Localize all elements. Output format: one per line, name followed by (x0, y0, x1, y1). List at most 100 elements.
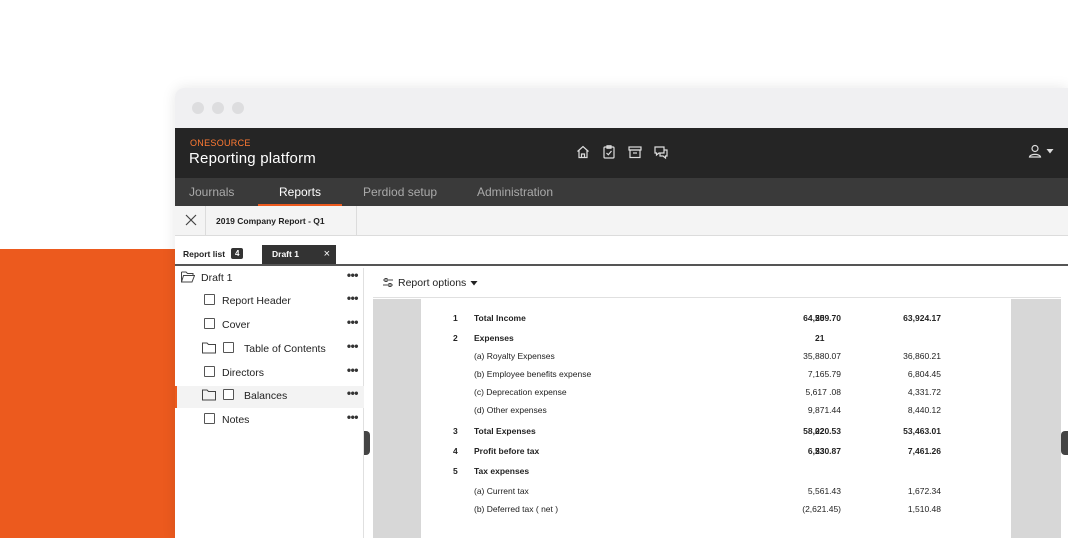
checkbox[interactable] (204, 413, 215, 424)
row-previous-value: 7,461.26 (907, 446, 941, 456)
row-previous-value: 6,804.45 (907, 369, 941, 379)
app-header: ONESOURCE Reporting platform (175, 128, 1068, 178)
checkbox[interactable] (223, 342, 234, 353)
row-description: Total Expenses (474, 426, 536, 436)
row-previous-value: 4,331.72 (907, 387, 941, 397)
sidebar-collapse-handle[interactable] (364, 431, 370, 455)
window-dot-close[interactable] (192, 102, 204, 114)
sidebar-item-balances[interactable]: Balances ••• (175, 386, 364, 408)
sidebar-item-label: Cover (222, 319, 251, 331)
more-icon[interactable]: ••• (347, 410, 359, 424)
main-nav: Journals Reports Perdiod setup Administr… (175, 178, 1068, 206)
checkbox[interactable] (223, 389, 234, 400)
row-current-value: 35,880.07 (803, 351, 841, 361)
sidebar-item-root[interactable]: Draft 1 ••• (175, 268, 364, 290)
more-icon[interactable]: ••• (347, 363, 359, 377)
row-previous-value: 63,924.17 (903, 313, 941, 323)
row-previous-value: 1,510.48 (907, 504, 941, 514)
archive-icon[interactable] (627, 144, 643, 160)
sidebar-item-cover[interactable]: Cover ••• (175, 315, 364, 337)
panel-expand-handle[interactable] (1061, 431, 1068, 455)
checkbox[interactable] (204, 318, 215, 329)
sidebar-item-label: Balances (244, 390, 288, 402)
row-description: Expenses (474, 333, 514, 343)
row-current-value: 9,871.44 (807, 405, 841, 415)
nav-administration[interactable]: Administration (477, 178, 553, 206)
row-description: (d) Other expenses (474, 405, 547, 415)
report-page: 1 Total Income 20 64,559.70 63,924.17 2 Expens… (421, 299, 1011, 538)
sidebar-item-label: Report Header (222, 295, 291, 307)
row-description: (b) Employee benefits expense (474, 369, 592, 379)
sidebar-item-label: Notes (222, 414, 250, 426)
sliders-icon (383, 278, 393, 287)
more-icon[interactable]: ••• (347, 291, 359, 305)
row-description: Tax expenses (474, 466, 530, 476)
row-current-value: 6,530.87 (807, 446, 841, 456)
document-tab-active[interactable]: 2019 Company Report - Q1 (205, 206, 357, 236)
folder-icon (202, 389, 216, 401)
table-row: 3 Total Expenses 22 58,020.53 53,463.01 (421, 426, 1011, 444)
row-description: Profit before tax (474, 446, 540, 456)
row-previous-value: 8,440.12 (907, 405, 941, 415)
report-options-bar: Report options (373, 268, 1061, 298)
table-row: 5 Tax expenses (421, 466, 1011, 484)
chat-icon[interactable] (653, 144, 669, 160)
more-icon[interactable]: ••• (347, 268, 359, 282)
sidebar-item-directors[interactable]: Directors ••• (175, 363, 364, 385)
row-description: (b) Deferred tax ( net ) (474, 504, 559, 514)
user-icon (1028, 144, 1042, 158)
more-icon[interactable]: ••• (347, 339, 359, 353)
draft-tab-close-icon[interactable]: × (324, 245, 330, 264)
brand-small-text: ONESOURCE (190, 138, 251, 148)
more-icon[interactable]: ••• (347, 386, 359, 400)
row-previous-value: 1,672.34 (907, 486, 941, 496)
window-titlebar (175, 88, 1068, 128)
window-dot-minimize[interactable] (212, 102, 224, 114)
sidebar-item-table-of-contents[interactable]: Table of Contents ••• (175, 339, 364, 361)
sidebar-item-notes[interactable]: Notes ••• (175, 410, 364, 432)
window-dot-maximize[interactable] (232, 102, 244, 114)
table-row: (b) Employee benefits expense 7,165.79 6,8… (421, 369, 1011, 387)
row-note: 21 (815, 333, 825, 343)
nav-reports[interactable]: Reports (258, 178, 342, 206)
draft-tab[interactable]: Draft 1 × (262, 245, 336, 264)
table-row: (a) Current tax 5,561.43 1,672.34 (421, 486, 1011, 504)
row-number: 5 (453, 466, 458, 476)
row-number: 4 (453, 446, 458, 456)
sidebar-item-label: Table of Contents (244, 343, 326, 355)
row-previous-value: 36,860.21 (903, 351, 941, 361)
nav-journals[interactable]: Journals (189, 178, 234, 206)
top-icon-group (575, 144, 669, 160)
view-tab-bar: Report list 4 Draft 1 × (175, 236, 1068, 266)
report-options-label: Report options (398, 277, 467, 289)
row-number: 2 (453, 333, 458, 343)
row-number: 3 (453, 426, 458, 436)
more-icon[interactable]: ••• (347, 315, 359, 329)
table-row: 4 Profit before tax 23 6,530.87 7,461.26 (421, 446, 1011, 464)
report-canvas: 1 Total Income 20 64,559.70 63,924.17 2 Expens… (373, 299, 1061, 538)
nav-period-setup[interactable]: Perdiod setup (363, 178, 437, 206)
checkbox[interactable] (204, 366, 215, 377)
sidebar-item-report-header[interactable]: Report Header ••• (175, 291, 364, 313)
report-list-label: Report list (183, 248, 226, 259)
report-list-tab[interactable]: Report list 4 (183, 248, 244, 259)
table-row: 1 Total Income 20 64,559.70 63,924.17 (421, 313, 1011, 331)
close-icon[interactable] (183, 212, 199, 228)
table-row: 2 Expenses 21 (421, 333, 1011, 351)
checkbox[interactable] (204, 294, 215, 305)
report-options-button[interactable]: Report options (382, 277, 478, 289)
row-description: (a) Royalty Expenses (474, 351, 555, 361)
row-description: (c) Deprecation expense (474, 387, 567, 397)
chevron-down-icon (470, 281, 478, 286)
clipboard-check-icon[interactable] (601, 144, 617, 160)
user-menu[interactable] (1027, 143, 1054, 159)
row-previous-value: 53,463.01 (903, 426, 941, 436)
table-row: (a) Royalty Expenses 35,880.07 36,860.21 (421, 351, 1011, 369)
row-current-value: (2,621.45) (802, 504, 841, 514)
document-tab-bar: 2019 Company Report - Q1 (175, 206, 1068, 236)
row-description: Total Income (474, 313, 526, 323)
sidebar-item-label: Directors (222, 367, 265, 379)
report-main: Report options 1 Total Income 20 64,559.70 6… (373, 268, 1061, 538)
home-icon[interactable] (575, 144, 591, 160)
chevron-down-icon (1046, 149, 1054, 154)
